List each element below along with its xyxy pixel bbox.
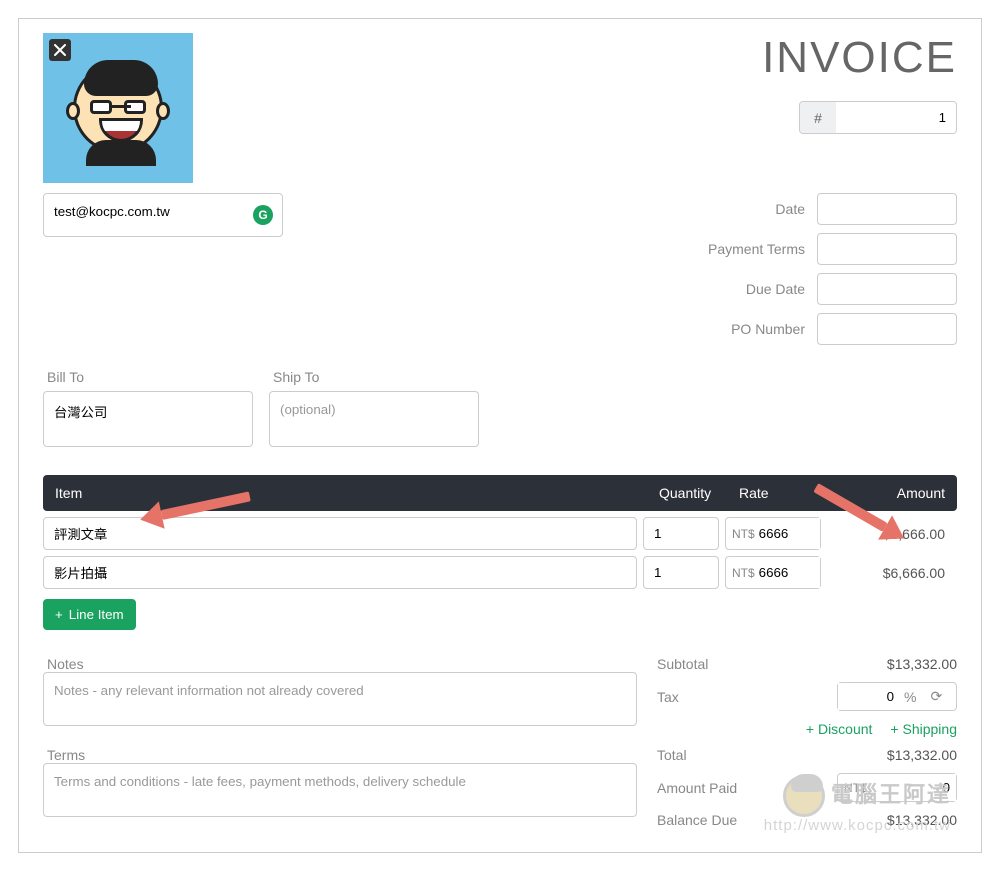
subtotal-value: $13,332.00 <box>887 656 957 672</box>
tax-box: % ⟳ <box>837 682 957 711</box>
item-rate-input[interactable] <box>759 518 820 549</box>
add-line-button[interactable]: + Line Item <box>43 599 136 630</box>
balance-due-label: Balance Due <box>657 812 737 828</box>
col-amount: Amount <box>827 475 957 511</box>
item-amount: $6,666.00 <box>827 526 957 542</box>
item-qty-input[interactable] <box>643 556 719 589</box>
terms-label: Terms <box>47 747 637 763</box>
total-label: Total <box>657 747 687 763</box>
add-discount-button[interactable]: + Discount <box>806 721 873 737</box>
percent-icon: % <box>898 689 922 705</box>
item-rate-wrap: NT$ <box>725 556 821 589</box>
invoice-page: INVOICE # test@kocpc.com.tw G Date Payme… <box>18 18 982 853</box>
ship-to-input[interactable] <box>269 391 479 447</box>
amount-paid-box: NT$ <box>837 773 957 802</box>
items-header: Item Quantity Rate Amount <box>43 475 957 511</box>
close-icon <box>54 44 66 56</box>
line-item: NT$ $6,666.00 <box>43 517 957 550</box>
payment-terms-input[interactable] <box>817 233 957 265</box>
line-item: NT$ $6,666.00 <box>43 556 957 589</box>
grammarly-icon[interactable]: G <box>253 205 273 225</box>
balance-due-value: $13,332.00 <box>887 812 957 828</box>
ship-to-label: Ship To <box>273 369 479 385</box>
due-date-input[interactable] <box>817 273 957 305</box>
avatar-face <box>73 63 163 153</box>
bill-to-label: Bill To <box>47 369 253 385</box>
item-rate-wrap: NT$ <box>725 517 821 550</box>
amount-paid-input[interactable] <box>867 774 956 801</box>
col-item: Item <box>43 475 647 511</box>
add-shipping-button[interactable]: + Shipping <box>890 721 957 737</box>
remove-logo-button[interactable] <box>49 39 71 61</box>
currency-prefix: NT$ <box>726 527 759 541</box>
item-name-input[interactable] <box>43 556 637 589</box>
tax-input[interactable] <box>838 683 898 710</box>
col-rate: Rate <box>727 475 827 511</box>
bill-to-input[interactable]: 台灣公司 <box>43 391 253 447</box>
po-number-input[interactable] <box>817 313 957 345</box>
plus-icon: + <box>55 607 63 622</box>
tax-cycle-icon[interactable]: ⟳ <box>922 688 950 705</box>
item-name-input[interactable] <box>43 517 637 550</box>
total-value: $13,332.00 <box>887 747 957 763</box>
col-qty: Quantity <box>647 475 727 511</box>
notes-input[interactable] <box>43 672 637 726</box>
po-number-label: PO Number <box>731 321 805 337</box>
due-date-label: Due Date <box>746 281 805 297</box>
item-rate-input[interactable] <box>759 557 820 588</box>
subtotal-label: Subtotal <box>657 656 708 672</box>
invoice-number-group: # <box>799 101 957 134</box>
date-input[interactable] <box>817 193 957 225</box>
notes-label: Notes <box>47 656 637 672</box>
date-label: Date <box>775 201 805 217</box>
currency-prefix: NT$ <box>838 781 867 795</box>
add-line-label: Line Item <box>69 607 124 622</box>
amount-paid-label: Amount Paid <box>657 780 737 796</box>
payment-terms-label: Payment Terms <box>708 241 805 257</box>
terms-input[interactable] <box>43 763 637 817</box>
invoice-number-input[interactable] <box>836 102 956 133</box>
item-amount: $6,666.00 <box>827 565 957 581</box>
hash-icon: # <box>800 102 836 133</box>
item-qty-input[interactable] <box>643 517 719 550</box>
currency-prefix: NT$ <box>726 566 759 580</box>
invoice-title: INVOICE <box>762 33 957 83</box>
logo-area <box>43 33 193 183</box>
from-field[interactable]: test@kocpc.com.tw <box>43 193 283 237</box>
tax-label: Tax <box>657 689 679 705</box>
